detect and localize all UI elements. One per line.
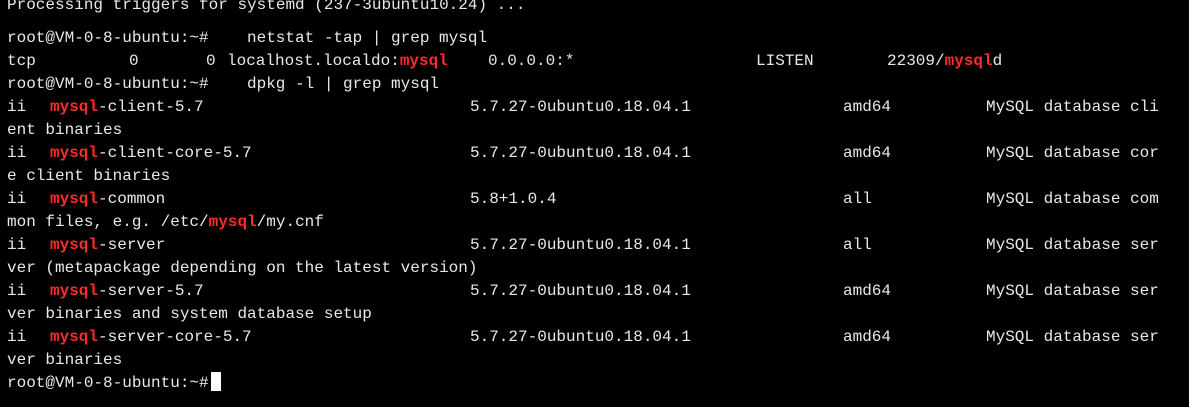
text-cursor[interactable] <box>210 372 221 392</box>
netstat-state: LISTEN <box>756 52 814 70</box>
grep-match-highlight: mysql <box>50 282 99 300</box>
grep-match-highlight: mysql <box>399 52 448 70</box>
grep-match-highlight: mysql <box>50 236 99 254</box>
package-version: 5.7.27-0ubuntu0.18.04.1 <box>470 282 691 300</box>
package-arch: amd64 <box>843 282 892 300</box>
netstat-pid-suffix: d <box>992 52 1003 70</box>
grep-match-highlight: mysql <box>50 98 99 116</box>
package-name-rest: -server <box>98 236 166 254</box>
description-prefix: mon files, e.g. /etc/ <box>7 213 209 231</box>
package-description: MySQL database cor <box>986 144 1159 162</box>
package-description-wrap: e client binaries <box>7 165 170 188</box>
package-description-wrap: ver binaries and system database setup <box>7 303 372 326</box>
package-row: ii mysql-client-5.7 5.7.27-0ubuntu0.18.0… <box>7 96 1159 119</box>
package-description: MySQL database cli <box>986 98 1159 116</box>
package-description: MySQL database ser <box>986 282 1159 300</box>
terminal-line-partial: Processing triggers for systemd (237-3ub… <box>7 0 525 17</box>
terminal-window[interactable]: Processing triggers for systemd (237-3ub… <box>0 0 1189 407</box>
package-version: 5.7.27-0ubuntu0.18.04.1 <box>470 144 691 162</box>
package-status: ii <box>7 328 27 346</box>
package-arch: all <box>843 236 872 254</box>
package-status: ii <box>7 190 27 208</box>
shell-prompt: root@VM-0-8-ubuntu:~# <box>7 75 209 93</box>
command-text: dpkg -l | grep mysql <box>247 75 440 93</box>
package-arch: amd64 <box>843 98 892 116</box>
description-suffix: /my.cnf <box>256 213 324 231</box>
package-description-continued: ver binaries and system database setup <box>7 305 372 323</box>
package-row: ii mysql-server 5.7.27-0ubuntu0.18.04.1 … <box>7 234 1159 257</box>
package-version: 5.7.27-0ubuntu0.18.04.1 <box>470 328 691 346</box>
package-description-wrap: ver binaries <box>7 349 122 372</box>
package-status: ii <box>7 144 27 162</box>
package-name: mysql-server-core-5.7 <box>50 326 252 349</box>
output-text: Processing triggers for systemd (237-3ub… <box>7 0 526 14</box>
netstat-pid-prefix: 22309/ <box>887 52 945 70</box>
package-description: MySQL database ser <box>986 236 1159 254</box>
package-row: ii mysql-server-core-5.7 5.7.27-0ubuntu0… <box>7 326 1159 349</box>
package-arch: amd64 <box>843 328 892 346</box>
terminal-line-command: root@VM-0-8-ubuntu:~# netstat -tap | gre… <box>7 27 487 50</box>
grep-match-highlight: mysql <box>50 190 99 208</box>
package-description-continued: e client binaries <box>7 167 171 185</box>
prompt-text: root@VM-0-8-ubuntu:~# <box>7 374 209 392</box>
package-version: 5.7.27-0ubuntu0.18.04.1 <box>470 98 691 116</box>
package-name-rest: -server-core-5.7 <box>98 328 252 346</box>
package-version: 5.7.27-0ubuntu0.18.04.1 <box>470 236 691 254</box>
grep-match-highlight: mysql <box>50 144 99 162</box>
package-name: mysql-server <box>50 234 165 257</box>
package-version: 5.8+1.0.4 <box>470 190 557 208</box>
grep-match-highlight: mysql <box>208 213 257 231</box>
package-name: mysql-server-5.7 <box>50 280 204 303</box>
terminal-line-input[interactable]: root@VM-0-8-ubuntu:~# <box>7 372 221 395</box>
package-arch: all <box>843 190 872 208</box>
netstat-recvq: 0 <box>129 52 139 70</box>
package-description: MySQL database com <box>986 190 1159 208</box>
package-row: ii mysql-server-5.7 5.7.27-0ubuntu0.18.0… <box>7 280 1159 303</box>
package-description-continued: ent binaries <box>7 121 123 139</box>
package-row: ii mysql-client-core-5.7 5.7.27-0ubuntu0… <box>7 142 1159 165</box>
netstat-pid-program: 22309/mysqld <box>887 50 1002 73</box>
package-description-wrap: ver (metapackage depending on the latest… <box>7 257 477 280</box>
netstat-foreign-address: 0.0.0.0:* <box>488 52 575 70</box>
package-description-continued: ver (metapackage depending on the latest… <box>7 259 478 277</box>
package-description-wrap: mon files, e.g. /etc/mysql/my.cnf <box>7 211 324 234</box>
package-name-rest: -server-5.7 <box>98 282 204 300</box>
package-arch: amd64 <box>843 144 892 162</box>
package-description: MySQL database ser <box>986 328 1159 346</box>
grep-match-highlight: mysql <box>944 52 993 70</box>
shell-prompt: root@VM-0-8-ubuntu:~# <box>7 29 209 47</box>
package-name: mysql-client-5.7 <box>50 96 204 119</box>
package-name-rest: -client-5.7 <box>98 98 204 116</box>
netstat-sendq: 0 <box>206 52 216 70</box>
netstat-proto: tcp <box>7 52 36 70</box>
package-name-rest: -client-core-5.7 <box>98 144 252 162</box>
terminal-line-command: root@VM-0-8-ubuntu:~# dpkg -l | grep mys… <box>7 73 439 96</box>
package-description-wrap: ent binaries <box>7 119 122 142</box>
package-status: ii <box>7 98 27 116</box>
package-status: ii <box>7 282 27 300</box>
grep-match-highlight: mysql <box>50 328 99 346</box>
package-name: mysql-common <box>50 188 165 211</box>
shell-prompt: root@VM-0-8-ubuntu:~# <box>7 372 221 395</box>
netstat-local-address: localhost.localdo:mysql <box>227 50 448 73</box>
package-status: ii <box>7 236 27 254</box>
netstat-local-prefix: localhost.localdo: <box>227 52 400 70</box>
package-description-continued: ver binaries <box>7 351 123 369</box>
package-name-rest: -common <box>98 190 166 208</box>
package-name: mysql-client-core-5.7 <box>50 142 252 165</box>
netstat-row: tcp 0 0 localhost.localdo:mysql 0.0.0.0:… <box>7 50 1002 73</box>
package-row: ii mysql-common 5.8+1.0.4 all MySQL data… <box>7 188 1159 211</box>
command-text: netstat -tap | grep mysql <box>247 29 488 47</box>
package-description-continued: mon files, e.g. /etc/mysql/my.cnf <box>7 211 324 234</box>
